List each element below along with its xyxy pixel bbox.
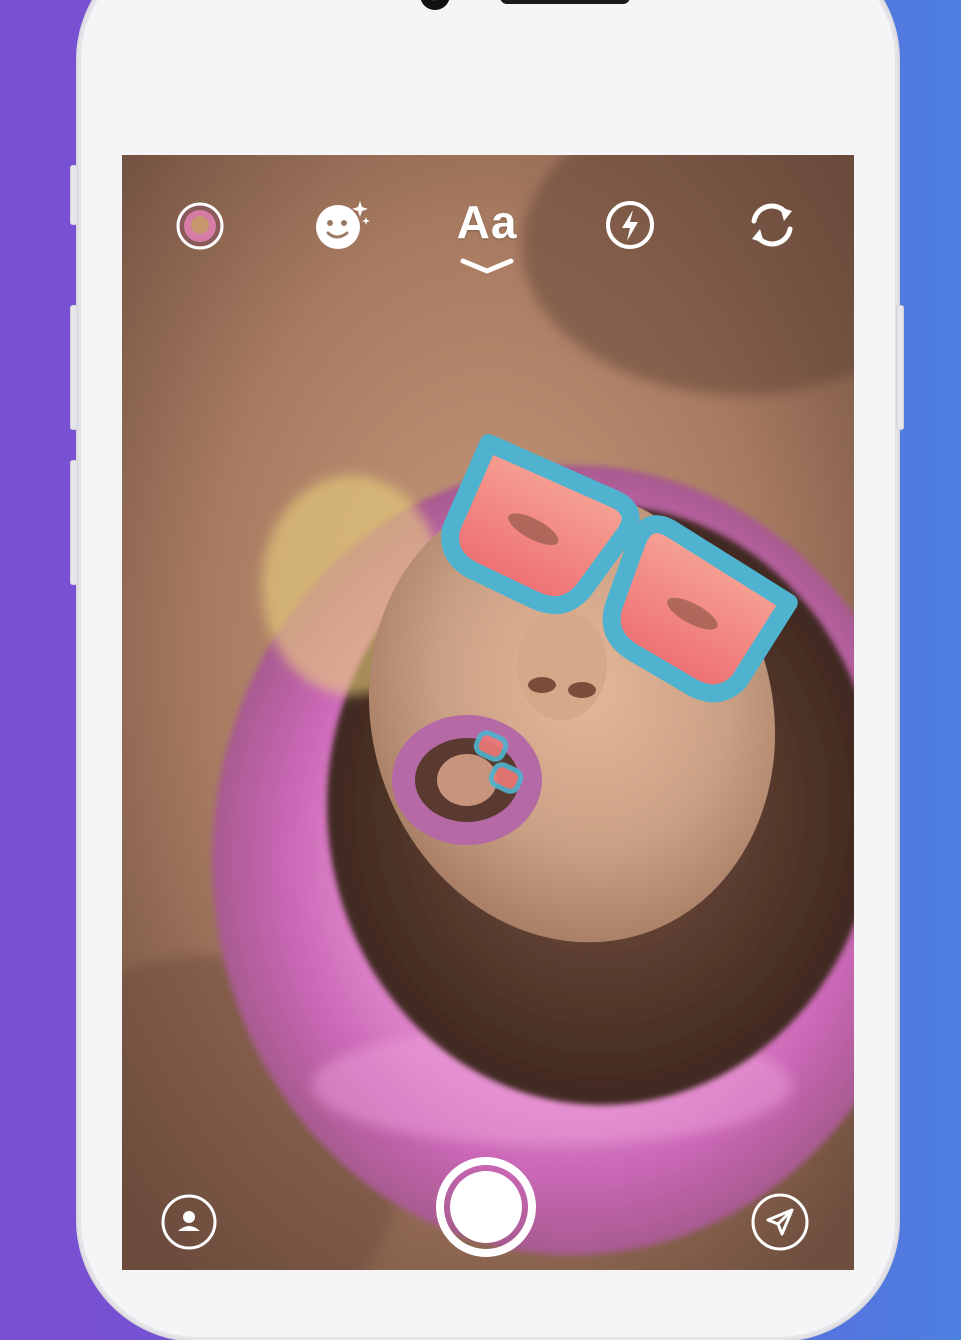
camera-toolbar: Aa <box>122 195 854 285</box>
volume-up-button <box>70 305 78 430</box>
power-button <box>896 305 904 430</box>
mute-switch <box>70 165 78 225</box>
camera-viewfinder[interactable]: Aa <box>122 155 854 1270</box>
shutter-icon <box>436 1157 536 1257</box>
profile-thumbnail-icon <box>176 202 224 250</box>
profile-button[interactable] <box>160 1193 218 1251</box>
flash-button[interactable] <box>604 199 656 251</box>
flash-icon <box>606 201 654 249</box>
switch-camera-button[interactable] <box>742 197 802 253</box>
earpiece-speaker <box>500 0 630 4</box>
promo-stage: Aa <box>0 0 961 1340</box>
camera-feed-image <box>122 155 854 1270</box>
send-icon <box>751 1193 809 1251</box>
shutter-button[interactable] <box>434 1155 538 1259</box>
profile-icon <box>161 1194 217 1250</box>
chevron-down-icon <box>460 258 514 274</box>
text-tool-label: Aa <box>456 196 518 248</box>
text-tool-button[interactable]: Aa <box>442 195 532 280</box>
face-filter-button[interactable] <box>312 195 372 255</box>
switch-camera-icon <box>751 203 793 247</box>
send-button[interactable] <box>750 1192 810 1252</box>
volume-down-button <box>70 460 78 585</box>
camera-bottom-bar <box>122 1150 854 1270</box>
face-filter-icon <box>316 201 370 249</box>
profile-thumbnail-button[interactable] <box>174 200 226 252</box>
front-camera-icon <box>420 0 450 10</box>
